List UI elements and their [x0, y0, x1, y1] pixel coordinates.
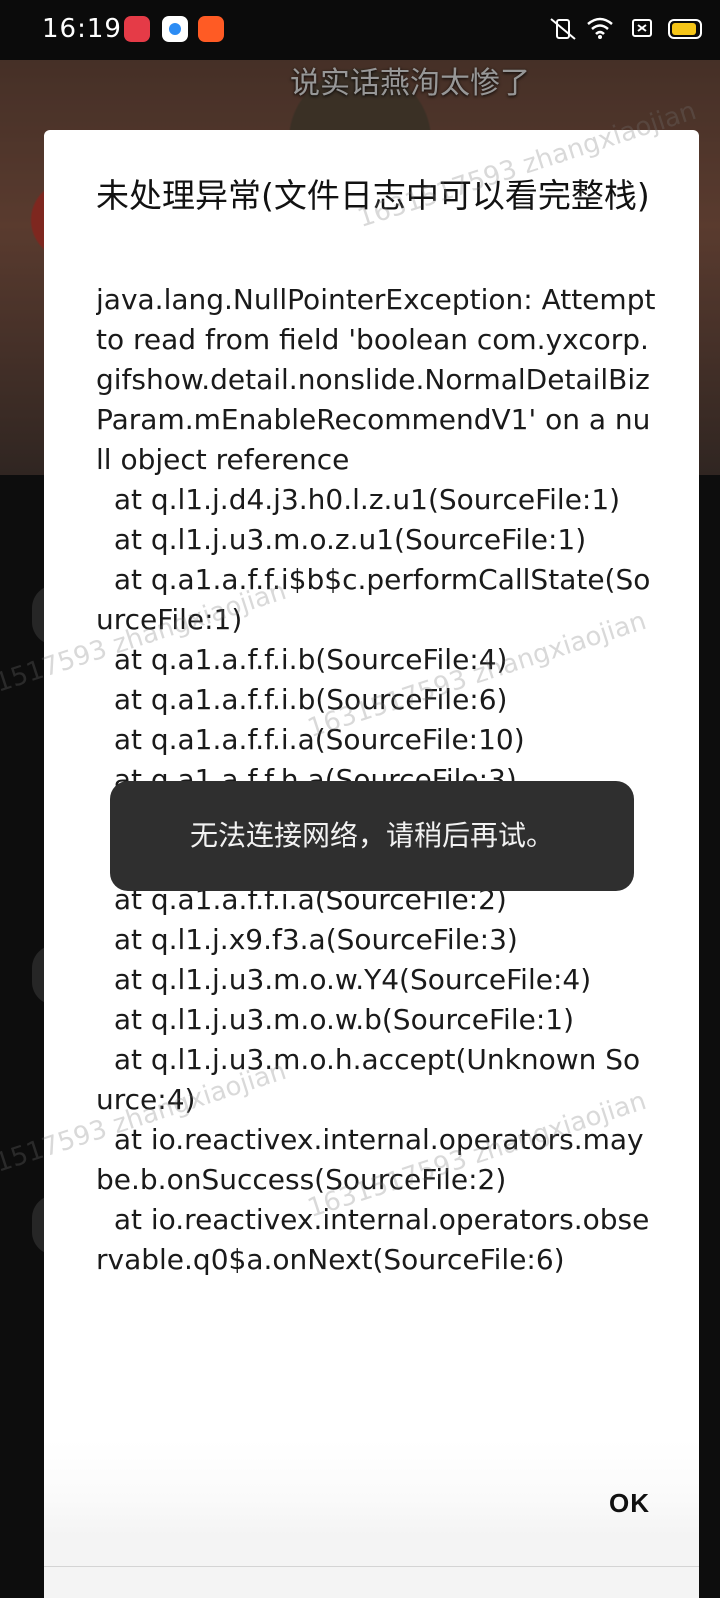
status-time: 16:19 [42, 14, 122, 44]
footer-divider [44, 1566, 699, 1567]
dialog-title: 未处理异常(文件日志中可以看完整栈) [96, 176, 650, 215]
browser-icon [162, 16, 188, 42]
mute-vibrate-icon [548, 16, 578, 48]
app-store-icon [198, 16, 224, 42]
ok-button[interactable]: OK [609, 1488, 650, 1519]
status-bar: 16:19 [0, 0, 720, 60]
stack-trace-text[interactable]: java.lang.NullPointerException: Attempt … [96, 280, 656, 1598]
screen-recorder-icon [124, 16, 150, 42]
battery-icon [668, 19, 702, 39]
dialog-footer [44, 1440, 699, 1598]
sim-icon [630, 16, 654, 46]
wifi-icon [586, 16, 614, 46]
network-error-toast: 无法连接网络，请稍后再试。 [110, 781, 634, 891]
